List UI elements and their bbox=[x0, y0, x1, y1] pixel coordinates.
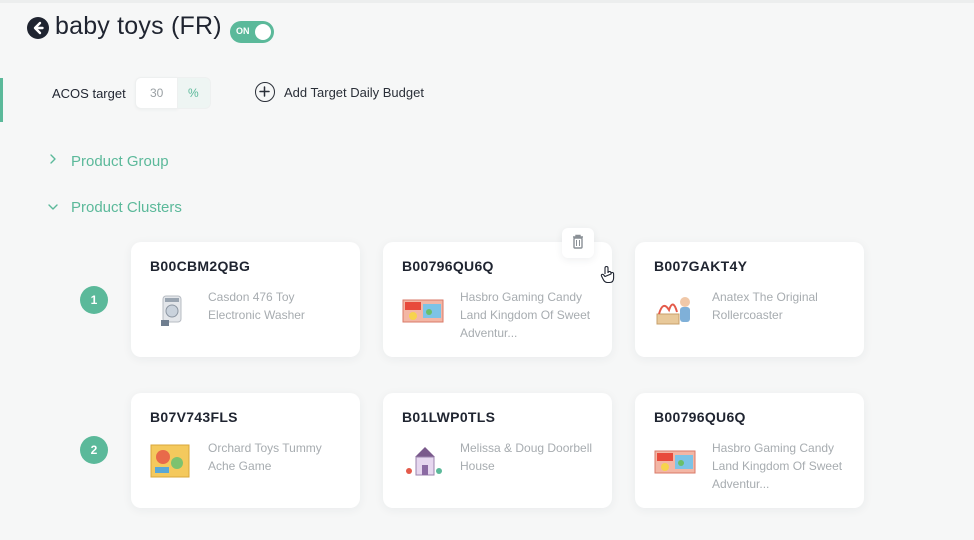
toggle-label: ON bbox=[236, 26, 250, 36]
product-name: Hasbro Gaming Candy Land Kingdom Of Swee… bbox=[460, 290, 591, 340]
washer-toy-image bbox=[149, 292, 193, 328]
tummy-ache-game-image bbox=[149, 443, 193, 479]
product-asin: B01LWP0TLS bbox=[402, 409, 496, 425]
product-card[interactable]: B07V743FLS Orchard Toys Tummy Ache Game bbox=[131, 393, 360, 508]
product-card[interactable]: B01LWP0TLS Melissa & Doug Doorbell House bbox=[383, 393, 612, 508]
rollercoaster-toy-image bbox=[653, 292, 697, 328]
acos-unit-suffix: % bbox=[177, 77, 211, 109]
back-arrow-icon[interactable] bbox=[27, 17, 49, 39]
acos-unit-label: % bbox=[188, 86, 199, 100]
hand-pointer-cursor-icon bbox=[599, 265, 617, 285]
cluster-number-badge: 2 bbox=[80, 436, 108, 464]
cluster-number-badge: 1 bbox=[80, 286, 108, 314]
chevron-down-icon[interactable] bbox=[47, 201, 59, 215]
add-target-daily-budget-link[interactable]: Add Target Daily Budget bbox=[284, 85, 424, 100]
acos-target-input[interactable]: 30 bbox=[135, 77, 178, 109]
board-game-box-image bbox=[653, 443, 697, 479]
product-name: Anatex The Original Rollercoaster bbox=[712, 290, 818, 322]
product-clusters-toggle[interactable]: Product Clusters bbox=[71, 199, 182, 216]
product-group-toggle[interactable]: Product Group bbox=[71, 153, 169, 170]
page-title: baby toys (FR) bbox=[55, 12, 222, 40]
product-name: Melissa & Doug Doorbell House bbox=[460, 441, 593, 473]
acos-target-value: 30 bbox=[150, 86, 164, 100]
doorbell-house-image bbox=[401, 443, 445, 479]
acos-target-label: ACOS target bbox=[52, 86, 126, 101]
toggle-knob bbox=[255, 24, 271, 40]
product-card[interactable]: B00796QU6Q Hasbro Gaming Candy Land King… bbox=[635, 393, 864, 508]
product-name: Hasbro Gaming Candy Land Kingdom Of Swee… bbox=[712, 441, 843, 491]
product-asin: B00796QU6Q bbox=[654, 409, 746, 425]
product-asin: B007GAKT4Y bbox=[654, 258, 748, 274]
product-asin: B07V743FLS bbox=[150, 409, 238, 425]
campaign-toggle[interactable]: ON bbox=[230, 21, 274, 43]
product-name: Orchard Toys Tummy Ache Game bbox=[208, 441, 322, 473]
trash-icon bbox=[562, 234, 594, 262]
top-divider bbox=[0, 0, 974, 3]
chevron-right-icon[interactable] bbox=[48, 153, 58, 168]
product-name: Casdon 476 Toy Electronic Washer bbox=[208, 290, 305, 322]
delete-cluster-button[interactable] bbox=[562, 228, 594, 258]
product-asin: B00CBM2QBG bbox=[150, 258, 251, 274]
board-game-box-image bbox=[401, 292, 445, 328]
product-card[interactable]: B00CBM2QBG Casdon 476 Toy Electronic Was… bbox=[131, 242, 360, 357]
product-asin: B00796QU6Q bbox=[402, 258, 494, 274]
active-indicator bbox=[0, 78, 3, 122]
plus-circle-icon[interactable] bbox=[255, 82, 275, 102]
product-card[interactable]: B007GAKT4Y Anatex The Original Rollercoa… bbox=[635, 242, 864, 357]
